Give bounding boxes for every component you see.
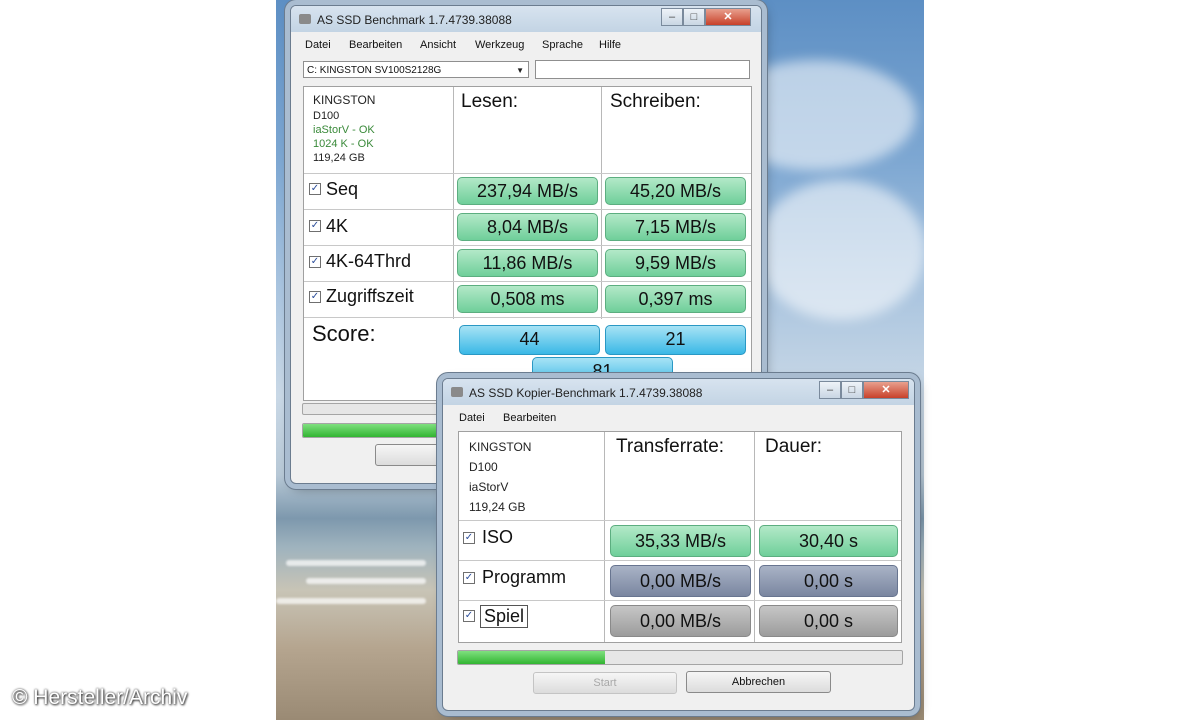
copy-drive-model: D100 <box>469 460 498 474</box>
row-label-programm: Programm <box>482 567 567 587</box>
transfer-rate-header: Transferrate: <box>616 436 725 457</box>
score-label: Score: <box>312 321 376 346</box>
row-label-spiel: Spiel <box>480 605 529 628</box>
copy-drive-brand: KINGSTON <box>469 440 532 454</box>
driver-status: iaStorV - OK <box>313 124 375 136</box>
copy-maximize-icon[interactable]: □ <box>841 381 863 399</box>
row-label-4k: 4K <box>326 216 349 236</box>
iso-rate-value: 35,33 MB/s <box>610 525 751 557</box>
menu-bearbeiten[interactable]: Bearbeiten <box>349 39 402 51</box>
4k64-read-value: 11,86 MB/s <box>457 249 598 277</box>
drive-size: 119,24 GB <box>313 152 365 164</box>
copy-benchmark-window: AS SSD Kopier-Benchmark 1.7.4739.38088 –… <box>442 378 915 711</box>
app-icon <box>299 14 311 24</box>
minimize-icon[interactable]: – <box>661 8 683 26</box>
copy-window-title: AS SSD Kopier-Benchmark 1.7.4739.38088 <box>469 386 703 400</box>
access-checkbox[interactable]: ✓ <box>309 291 321 303</box>
row-label-access: Zugriffszeit <box>326 286 414 306</box>
4k64-checkbox[interactable]: ✓ <box>309 256 321 268</box>
drive-select[interactable]: C: KINGSTON SV100S2128G ▼ <box>303 61 529 78</box>
copy-progress-fill <box>458 651 605 664</box>
access-write-value: 0,397 ms <box>605 285 746 313</box>
menu-sprache[interactable]: Sprache <box>542 39 583 51</box>
close-icon[interactable]: ✕ <box>705 8 751 26</box>
copy-app-icon <box>451 387 463 397</box>
info-field[interactable] <box>535 60 750 79</box>
drive-model: D100 <box>313 110 340 122</box>
cancel-button[interactable]: Abbrechen <box>686 671 831 693</box>
title-bar[interactable]: AS SSD Benchmark 1.7.4739.38088 – □ ✕ <box>291 6 761 32</box>
4k64-write-value: 9,59 MB/s <box>605 249 746 277</box>
read-header: Lesen: <box>461 91 519 112</box>
menu-datei[interactable]: Datei <box>305 39 331 51</box>
score-read: 44 <box>459 325 600 355</box>
copy-minimize-icon[interactable]: – <box>819 381 841 399</box>
seq-write-value: 45,20 MB/s <box>605 177 746 205</box>
duration-header: Dauer: <box>765 436 823 457</box>
spiel-checkbox[interactable]: ✓ <box>463 610 475 622</box>
drive-select-value: C: KINGSTON SV100S2128G <box>307 65 442 76</box>
4k-write-value: 7,15 MB/s <box>605 213 746 241</box>
spiel-duration-value: 0,00 s <box>759 605 898 637</box>
write-header: Schreiben: <box>610 91 701 112</box>
copy-title-bar[interactable]: AS SSD Kopier-Benchmark 1.7.4739.38088 –… <box>443 379 914 405</box>
row-label-4k64: 4K-64Thrd <box>326 251 412 271</box>
iso-checkbox[interactable]: ✓ <box>463 532 475 544</box>
drive-info: KINGSTON D100 iaStorV - OK 1024 K - OK 1… <box>313 93 375 165</box>
access-read-value: 0,508 ms <box>457 285 598 313</box>
results-panel: KINGSTON D100 iaStorV - OK 1024 K - OK 1… <box>303 86 752 401</box>
image-credit: © Hersteller/Archiv <box>12 686 188 709</box>
copy-menu-datei[interactable]: Datei <box>459 412 485 424</box>
row-label-seq: Seq <box>326 179 359 199</box>
copy-results-panel: KINGSTON D100 iaStorV 119,24 GB Transfer… <box>458 431 902 643</box>
copy-drive-info: KINGSTON D100 iaStorV 119,24 GB <box>469 437 531 517</box>
menu-hilfe[interactable]: Hilfe <box>599 39 621 51</box>
copy-close-icon[interactable]: ✕ <box>863 381 909 399</box>
chevron-down-icon: ▼ <box>516 66 524 75</box>
4k-checkbox[interactable]: ✓ <box>309 220 321 232</box>
seq-read-value: 237,94 MB/s <box>457 177 598 205</box>
drive-brand: KINGSTON <box>313 93 376 107</box>
window-title: AS SSD Benchmark 1.7.4739.38088 <box>317 13 512 27</box>
copy-progress-bar <box>457 650 903 665</box>
copy-driver: iaStorV <box>469 480 509 494</box>
seq-checkbox[interactable]: ✓ <box>309 183 321 195</box>
menu-werkzeug[interactable]: Werkzeug <box>475 39 524 51</box>
menu-ansicht[interactable]: Ansicht <box>420 39 456 51</box>
spiel-rate-value: 0,00 MB/s <box>610 605 751 637</box>
copy-menu-bearbeiten[interactable]: Bearbeiten <box>503 412 556 424</box>
iso-duration-value: 30,40 s <box>759 525 898 557</box>
maximize-icon[interactable]: □ <box>683 8 705 26</box>
copy-drive-size: 119,24 GB <box>469 500 526 514</box>
alignment-status: 1024 K - OK <box>313 138 374 150</box>
row-label-iso: ISO <box>482 527 514 547</box>
4k-read-value: 8,04 MB/s <box>457 213 598 241</box>
start-button[interactable]: Start <box>533 672 677 694</box>
programm-checkbox[interactable]: ✓ <box>463 572 475 584</box>
score-write: 21 <box>605 325 746 355</box>
programm-rate-value: 0,00 MB/s <box>610 565 751 597</box>
programm-duration-value: 0,00 s <box>759 565 898 597</box>
